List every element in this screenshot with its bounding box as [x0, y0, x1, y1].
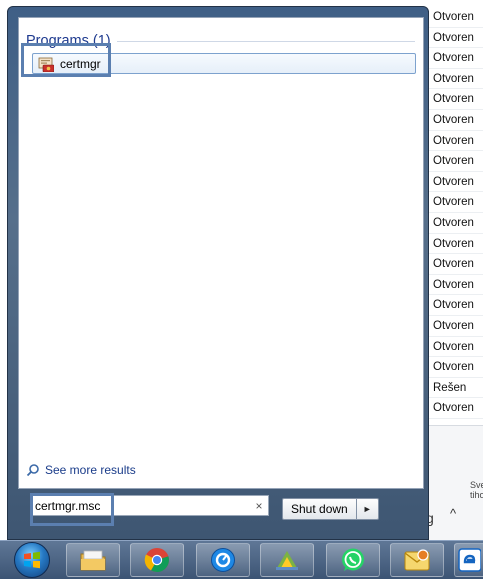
- status-cell: Otvoren: [429, 357, 483, 378]
- app-blue-icon: [211, 548, 235, 572]
- status-cell: Otvoren: [429, 295, 483, 316]
- background-fragment-text: Sve tiho: [470, 480, 483, 500]
- status-cell: Otvoren: [429, 316, 483, 337]
- status-cell: Otvoren: [429, 48, 483, 69]
- windows-logo-icon: [24, 551, 40, 569]
- see-more-label: See more results: [45, 463, 136, 477]
- status-cell: Otvoren: [429, 275, 483, 296]
- status-cell: Otvoren: [429, 172, 483, 193]
- see-more-results-link[interactable]: See more results: [26, 462, 136, 478]
- taskbar: [0, 540, 483, 579]
- status-cell: Rešen: [429, 378, 483, 399]
- status-cell: Otvoren: [429, 337, 483, 358]
- whatsapp-icon: [342, 548, 364, 571]
- status-cell: Otvoren: [429, 89, 483, 110]
- status-cell: Otvoren: [429, 192, 483, 213]
- start-menu: Programs (1) certmgr: [7, 6, 429, 540]
- chrome-icon: [144, 548, 169, 572]
- outlook-icon: [404, 549, 430, 571]
- header-divider: [116, 40, 415, 42]
- status-cell: Otvoren: [429, 110, 483, 131]
- taskbar-chrome-button[interactable]: [130, 543, 184, 577]
- search-results-pane: Programs (1) certmgr: [18, 17, 424, 489]
- result-highlight-box: [21, 43, 111, 77]
- taskbar-explorer-button[interactable]: [66, 543, 120, 577]
- shutdown-options-arrow-icon[interactable]: ►: [356, 498, 379, 520]
- status-cell: Otvoren: [429, 213, 483, 234]
- taskbar-windows-app-button[interactable]: [260, 543, 314, 577]
- status-cell: Otvoren: [429, 28, 483, 49]
- search-highlight-box: [30, 493, 114, 526]
- taskbar-outlook-button[interactable]: [390, 543, 444, 577]
- shut-down-button[interactable]: Shut down: [282, 498, 357, 520]
- status-column: Otvoren Otvoren Otvoren Otvoren Otvoren Otvor…: [429, 7, 483, 419]
- search-icon: [26, 464, 39, 477]
- status-cell: Otvoren: [429, 69, 483, 90]
- status-cell: Otvoren: [429, 131, 483, 152]
- shutdown-group: Shut down ►: [282, 498, 380, 520]
- status-cell: Otvoren: [429, 398, 483, 419]
- taskbar-edge-button[interactable]: [454, 543, 483, 577]
- edge-icon: [458, 548, 481, 572]
- file-explorer-icon: [80, 550, 106, 571]
- status-cell: Otvoren: [429, 7, 483, 28]
- windows-app-icon: [276, 551, 298, 570]
- status-cell: Otvoren: [429, 234, 483, 255]
- taskbar-blue-app-button[interactable]: [196, 543, 250, 577]
- clear-search-icon[interactable]: ×: [250, 499, 268, 513]
- up-arrow-icon[interactable]: ^: [444, 504, 462, 524]
- taskbar-whatsapp-button[interactable]: [326, 543, 380, 577]
- status-cell: Otvoren: [429, 254, 483, 275]
- start-button[interactable]: [14, 542, 50, 578]
- status-cell: Otvoren: [429, 151, 483, 172]
